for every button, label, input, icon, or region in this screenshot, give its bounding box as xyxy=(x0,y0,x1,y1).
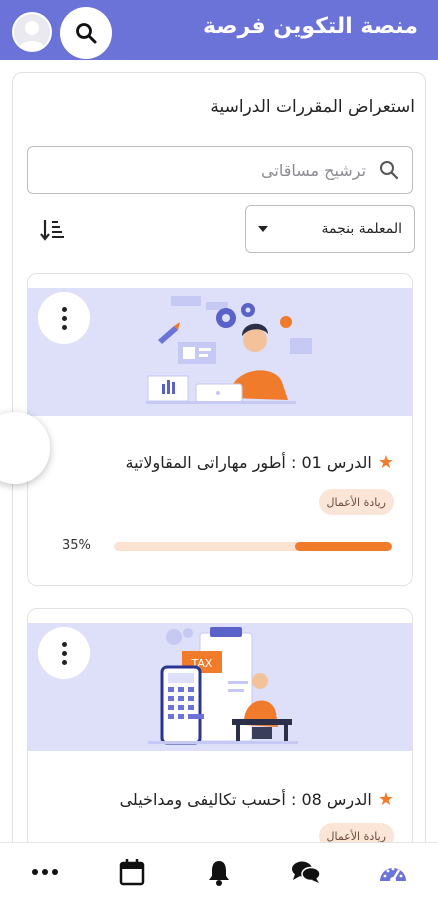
more-icon xyxy=(32,869,58,875)
dot-icon xyxy=(61,659,67,665)
user-avatar-icon xyxy=(18,21,46,50)
course-card[interactable]: ★ الدرس 01 : أطور مهاراتى المقاولاتية ري… xyxy=(27,273,413,586)
search-icon xyxy=(380,161,399,180)
dot-icon xyxy=(61,324,67,330)
nav-more[interactable] xyxy=(30,857,60,887)
sort-button[interactable] xyxy=(39,216,67,244)
user-avatar-button[interactable] xyxy=(12,12,52,52)
filter-dropdown[interactable]: المعلمة بنجمة xyxy=(245,205,415,253)
search-icon xyxy=(76,23,97,44)
nav-dashboard[interactable] xyxy=(378,857,408,887)
course-banner: TAX xyxy=(28,623,412,751)
star-icon[interactable]: ★ xyxy=(378,452,394,473)
sort-descending-icon xyxy=(40,220,64,241)
course-banner xyxy=(28,288,412,416)
nav-notifications[interactable] xyxy=(204,857,234,887)
course-title-row: ★ الدرس 01 : أطور مهاراتى المقاولاتية xyxy=(126,452,395,473)
bell-icon xyxy=(209,861,229,886)
courses-panel: استعراض المقررات الدراسية المعلمة بنجمة xyxy=(12,72,426,862)
course-category-tag: ريادة الأعمال xyxy=(318,489,394,515)
chat-icon xyxy=(292,861,321,883)
star-icon[interactable]: ★ xyxy=(378,789,394,810)
filter-selected-label: المعلمة بنجمة xyxy=(321,221,402,237)
dot-icon xyxy=(61,306,67,312)
app-title: منصة التكوين فرصة xyxy=(202,14,418,39)
caret-down-icon xyxy=(258,226,268,232)
dot-icon xyxy=(61,641,67,647)
course-progress: 35% xyxy=(62,537,392,557)
top-app-bar: منصة التكوين فرصة xyxy=(0,0,438,60)
bottom-navigation xyxy=(0,842,438,900)
header-search-button[interactable] xyxy=(60,7,112,59)
search-box[interactable] xyxy=(27,146,413,194)
progress-fill xyxy=(294,542,392,551)
course-title[interactable]: الدرس 01 : أطور مهاراتى المقاولاتية xyxy=(126,453,372,472)
calendar-icon xyxy=(119,859,145,886)
dot-icon xyxy=(61,315,67,321)
page-title: استعراض المقررات الدراسية xyxy=(210,97,415,117)
dashboard-icon xyxy=(380,867,406,883)
nav-calendar[interactable] xyxy=(117,857,147,887)
course-card[interactable]: TAX ★ الدرس 08: أحسب تكاليفى ومداخيلى ر… xyxy=(27,608,413,861)
course-menu-button[interactable] xyxy=(38,627,90,679)
course-filter-input[interactable] xyxy=(66,157,366,183)
nav-messages[interactable] xyxy=(291,857,321,887)
course-title[interactable]: الدرس 08 : أحسب تكاليفى ومداخيلى xyxy=(120,790,372,809)
progress-track xyxy=(114,542,392,551)
progress-percent: 35% xyxy=(62,538,91,553)
dot-icon xyxy=(61,650,67,656)
course-title-row: ★ الدرس 08 : أحسب تكاليفى ومداخيلى xyxy=(120,789,394,810)
course-menu-button[interactable] xyxy=(38,292,90,344)
